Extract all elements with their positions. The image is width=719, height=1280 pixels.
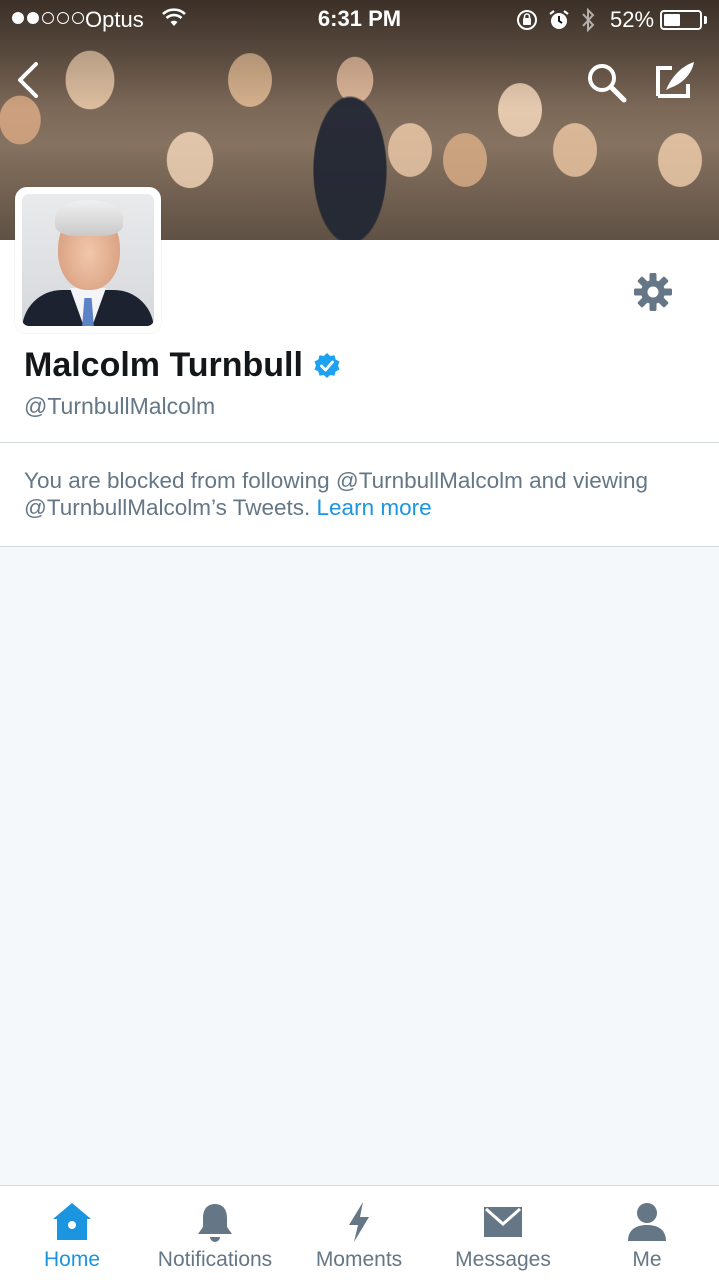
alarm-icon xyxy=(549,10,569,29)
tab-label-moments: Moments xyxy=(315,1248,403,1271)
tab-label-me: Me xyxy=(632,1248,662,1271)
lightning-icon xyxy=(349,1202,369,1242)
profile-handle: @TurnbullMalcolm xyxy=(24,393,216,419)
tab-home[interactable]: Home xyxy=(0,1186,144,1280)
status-bar: Optus 6:31 PM 52% xyxy=(0,0,719,40)
search-icon[interactable] xyxy=(584,60,628,104)
tab-bar: Home Notifications Moments Messages Me xyxy=(0,1185,719,1280)
home-icon xyxy=(53,1203,91,1240)
bell-icon xyxy=(198,1204,232,1242)
tab-me[interactable]: Me xyxy=(575,1186,719,1280)
verified-badge-icon xyxy=(314,352,340,378)
avatar-photo xyxy=(22,194,154,326)
gear-icon[interactable] xyxy=(632,271,674,313)
battery-icon xyxy=(660,10,702,30)
display-name: Malcolm Turnbull xyxy=(24,346,303,384)
tab-label-messages: Messages xyxy=(455,1248,551,1271)
person-icon xyxy=(628,1203,666,1241)
tab-messages[interactable]: Messages xyxy=(431,1186,575,1280)
tab-moments[interactable]: Moments xyxy=(287,1186,431,1280)
profile-name-row: Malcolm Turnbull xyxy=(24,346,341,385)
learn-more-link[interactable]: Learn more xyxy=(317,495,432,520)
tab-label-notifications: Notifications xyxy=(157,1248,273,1271)
tab-notifications[interactable]: Notifications xyxy=(143,1186,287,1280)
bluetooth-icon xyxy=(582,7,595,33)
blocked-message: You are blocked from following @Turnbull… xyxy=(24,467,704,521)
tab-label-home: Home xyxy=(43,1248,101,1271)
battery-tip xyxy=(704,16,707,24)
compose-tweet-icon[interactable] xyxy=(652,56,700,104)
blocked-notice: You are blocked from following @Turnbull… xyxy=(0,443,719,547)
battery-percent: 52% xyxy=(610,7,655,32)
avatar[interactable] xyxy=(15,187,161,333)
battery-fill xyxy=(664,14,680,26)
envelope-icon xyxy=(484,1207,522,1237)
rotation-lock-icon xyxy=(517,10,537,30)
back-icon[interactable] xyxy=(8,58,48,102)
